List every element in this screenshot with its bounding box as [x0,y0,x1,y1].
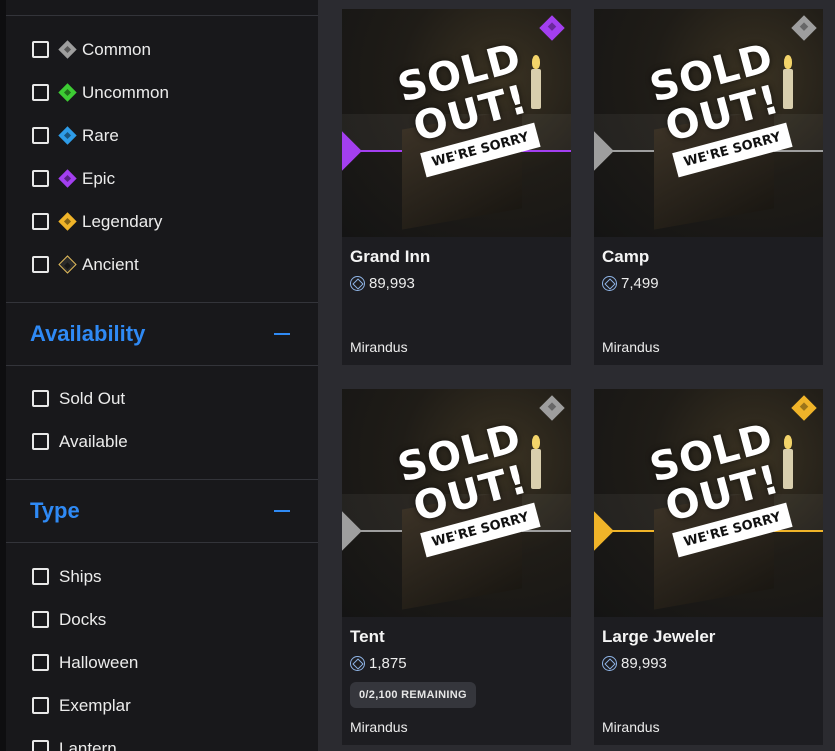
price-value: 1,875 [369,655,407,672]
price-value: 89,993 [621,655,667,672]
checkbox[interactable] [32,213,49,230]
filter-rarity-uncommon[interactable]: Uncommon [6,71,318,114]
marketplace-page: Common Uncommon Rare Epic Legendary Anci… [0,0,835,751]
filter-label: Legendary [82,211,163,231]
checkbox[interactable] [32,697,49,714]
collapse-minus-icon[interactable] [274,510,290,512]
checkbox[interactable] [32,256,49,273]
publisher-name: Mirandus [350,339,408,355]
product-price: 89,993 [602,655,815,672]
checkbox[interactable] [32,611,49,628]
filter-type-halloween[interactable]: Halloween [6,641,318,684]
filter-label: Exemplar [59,695,131,715]
checkbox[interactable] [32,568,49,585]
checkbox[interactable] [32,170,49,187]
currency-coin-icon [602,276,617,291]
checkbox[interactable] [32,654,49,671]
filter-sold-out[interactable]: Sold Out [6,377,318,420]
publisher-name: Mirandus [602,339,660,355]
product-thumbnail: SOLD OUT! WE'RE SORRY [594,389,823,617]
filter-label: Sold Out [59,388,126,408]
filter-label: Ancient [82,254,139,274]
filter-label: Common [82,39,151,59]
ancient-gem-icon [58,255,77,274]
filter-label: Ships [59,566,102,586]
product-price: 7,499 [602,275,815,292]
filter-label: Epic [82,168,116,188]
checkbox[interactable] [32,41,49,58]
filter-rarity-ancient[interactable]: Ancient [6,243,318,286]
filter-type-docks[interactable]: Docks [6,598,318,641]
remaining-badge: 0/2,100 REMAINING [350,682,476,708]
checkbox[interactable] [32,84,49,101]
publisher-name: Mirandus [350,719,408,735]
section-title: Type [30,498,80,523]
filter-label: Halloween [59,652,139,672]
filter-rarity-rare[interactable]: Rare [6,114,318,157]
product-thumbnail: SOLD OUT! WE'RE SORRY [594,9,823,237]
product-name: Grand Inn [350,247,431,266]
filter-sidebar: Common Uncommon Rare Epic Legendary Anci… [0,0,318,751]
checkbox[interactable] [32,127,49,144]
product-card[interactable]: SOLD OUT! WE'RE SORRY Camp 7,499 Mirandu… [594,9,823,365]
rarity-badge-icon [791,15,817,41]
filter-type-exemplar[interactable]: Exemplar [6,684,318,727]
filter-label: Uncommon [82,82,169,102]
checkbox[interactable] [32,390,49,407]
rarity-badge-icon [791,395,817,421]
product-card[interactable]: SOLD OUT! WE'RE SORRY Grand Inn 89,993 M… [342,9,571,365]
currency-coin-icon [602,656,617,671]
filter-type-lantern[interactable]: Lantern [6,727,318,751]
filter-rarity-common[interactable]: Common [6,28,318,71]
availability-section-header[interactable]: Availability [6,303,318,365]
product-card[interactable]: SOLD OUT! WE'RE SORRY Large Jeweler 89,9… [594,389,823,745]
type-section-header[interactable]: Type [6,480,318,542]
filter-label: Docks [59,609,107,629]
sold-out-overlay: SOLD OUT! WE'RE SORRY [372,411,565,564]
product-card[interactable]: SOLD OUT! WE'RE SORRY Tent 1,875 0/2,100… [342,389,571,745]
sold-out-overlay: SOLD OUT! WE'RE SORRY [372,31,565,184]
filter-rarity-legendary[interactable]: Legendary [6,200,318,243]
product-thumbnail: SOLD OUT! WE'RE SORRY [342,9,571,237]
product-price: 1,875 [350,655,563,672]
currency-coin-icon [350,276,365,291]
section-title: Availability [30,321,146,346]
price-value: 7,499 [621,275,659,292]
product-name: Large Jeweler [602,627,716,646]
currency-coin-icon [350,656,365,671]
uncommon-gem-icon [58,83,77,102]
publisher-name: Mirandus [602,719,660,735]
rarity-badge-icon [539,15,565,41]
checkbox[interactable] [32,433,49,450]
filter-rarity-epic[interactable]: Epic [6,157,318,200]
product-price: 89,993 [350,275,563,292]
product-name: Tent [350,627,385,646]
filter-label: Rare [82,125,119,145]
common-gem-icon [58,40,77,59]
filter-type-ships[interactable]: Ships [6,555,318,598]
rare-gem-icon [58,126,77,145]
product-thumbnail: SOLD OUT! WE'RE SORRY [342,389,571,617]
checkbox[interactable] [32,740,49,751]
filter-label: Lantern [59,738,117,751]
product-name: Camp [602,247,650,266]
legendary-gem-icon [58,212,77,231]
filter-label: Available [59,431,128,451]
epic-gem-icon [58,169,77,188]
collapse-minus-icon[interactable] [274,333,290,335]
rarity-badge-icon [539,395,565,421]
sold-out-overlay: SOLD OUT! WE'RE SORRY [624,411,817,564]
sold-out-overlay: SOLD OUT! WE'RE SORRY [624,31,817,184]
filter-available[interactable]: Available [6,420,318,463]
price-value: 89,993 [369,275,415,292]
